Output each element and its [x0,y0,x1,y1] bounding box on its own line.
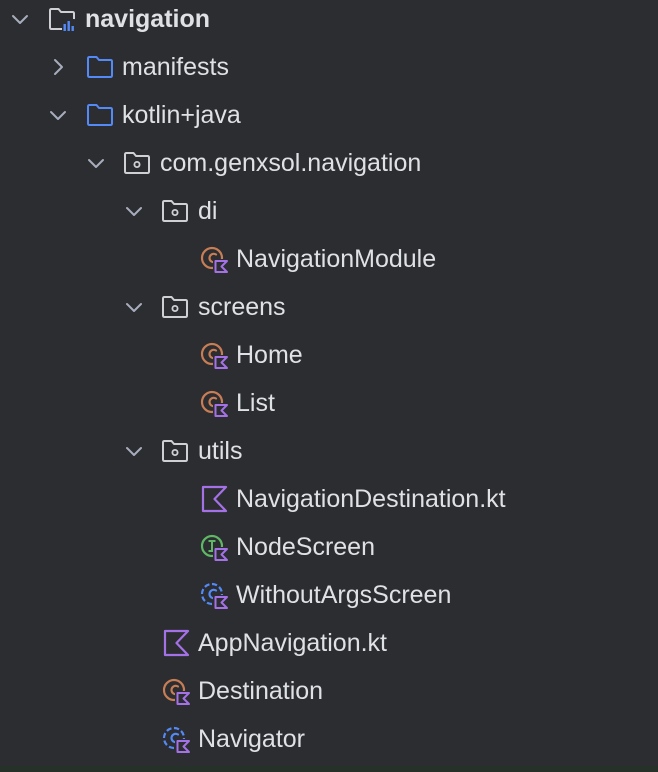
tree-item-package-root[interactable]: com.genxsol.navigation [0,139,658,187]
tree-item-navigation-module[interactable]: NavigationModule [0,235,658,283]
tree-item-label: NavigationDestination.kt [236,485,506,513]
project-tree: navigation manifests kotlin+java com.gen… [0,0,658,772]
chevron-down-icon[interactable] [122,295,146,319]
kotlin-file-icon [199,484,229,514]
tree-item-navigator[interactable]: Navigator [0,715,658,763]
tree-item-label: utils [198,437,243,465]
tree-item-app-navigation[interactable]: AppNavigation.kt [0,619,658,667]
tree-item-node-screen[interactable]: NodeScreen [0,523,658,571]
tree-item-without-args-screen[interactable]: WithoutArgsScreen [0,571,658,619]
chevron-down-icon[interactable] [122,439,146,463]
tree-item-label: WithoutArgsScreen [236,581,452,609]
tree-item-navigation[interactable]: navigation [0,0,658,43]
tree-item-utils[interactable]: utils [0,427,658,475]
chevron-down-icon[interactable] [84,151,108,175]
tree-item-list[interactable]: List [0,379,658,427]
folder-icon [85,52,115,82]
chevron-down-icon[interactable] [122,199,146,223]
package-icon [122,148,152,178]
folder-icon [85,100,115,130]
package-icon [160,196,190,226]
tree-item-label: navigation [85,5,211,33]
tree-item-label: manifests [122,53,229,81]
tree-item-di[interactable]: di [0,187,658,235]
package-icon [160,436,190,466]
tree-item-screens[interactable]: screens [0,283,658,331]
tree-item-label: di [198,197,218,225]
bottom-divider [0,766,658,772]
tree-item-label: NodeScreen [236,533,375,561]
tree-item-label: List [236,389,275,417]
kotlin-class-icon [199,388,229,418]
package-icon [160,292,190,322]
kotlin-class-icon [161,676,191,706]
kotlin-class-icon [199,244,229,274]
kotlin-class-icon [199,340,229,370]
tree-item-kotlin-java[interactable]: kotlin+java [0,91,658,139]
kotlin-abstract-class-icon [199,580,229,610]
tree-item-label: screens [198,293,286,321]
tree-item-label: Home [236,341,303,369]
kotlin-file-icon [161,628,191,658]
tree-item-label: kotlin+java [122,101,241,129]
tree-item-label: AppNavigation.kt [198,629,388,657]
kotlin-abstract-class-icon [161,724,191,754]
module-folder-icon [47,4,77,34]
kotlin-interface-icon [199,532,229,562]
tree-item-label: com.genxsol.navigation [160,149,422,177]
tree-item-navigation-destination[interactable]: NavigationDestination.kt [0,475,658,523]
chevron-down-icon[interactable] [8,7,32,31]
tree-item-label: NavigationModule [236,245,437,273]
chevron-right-icon[interactable] [46,55,70,79]
tree-item-label: Navigator [198,725,305,753]
tree-item-destination[interactable]: Destination [0,667,658,715]
chevron-down-icon[interactable] [46,103,70,127]
tree-item-manifests[interactable]: manifests [0,43,658,91]
tree-item-label: Destination [198,677,324,705]
tree-item-home[interactable]: Home [0,331,658,379]
